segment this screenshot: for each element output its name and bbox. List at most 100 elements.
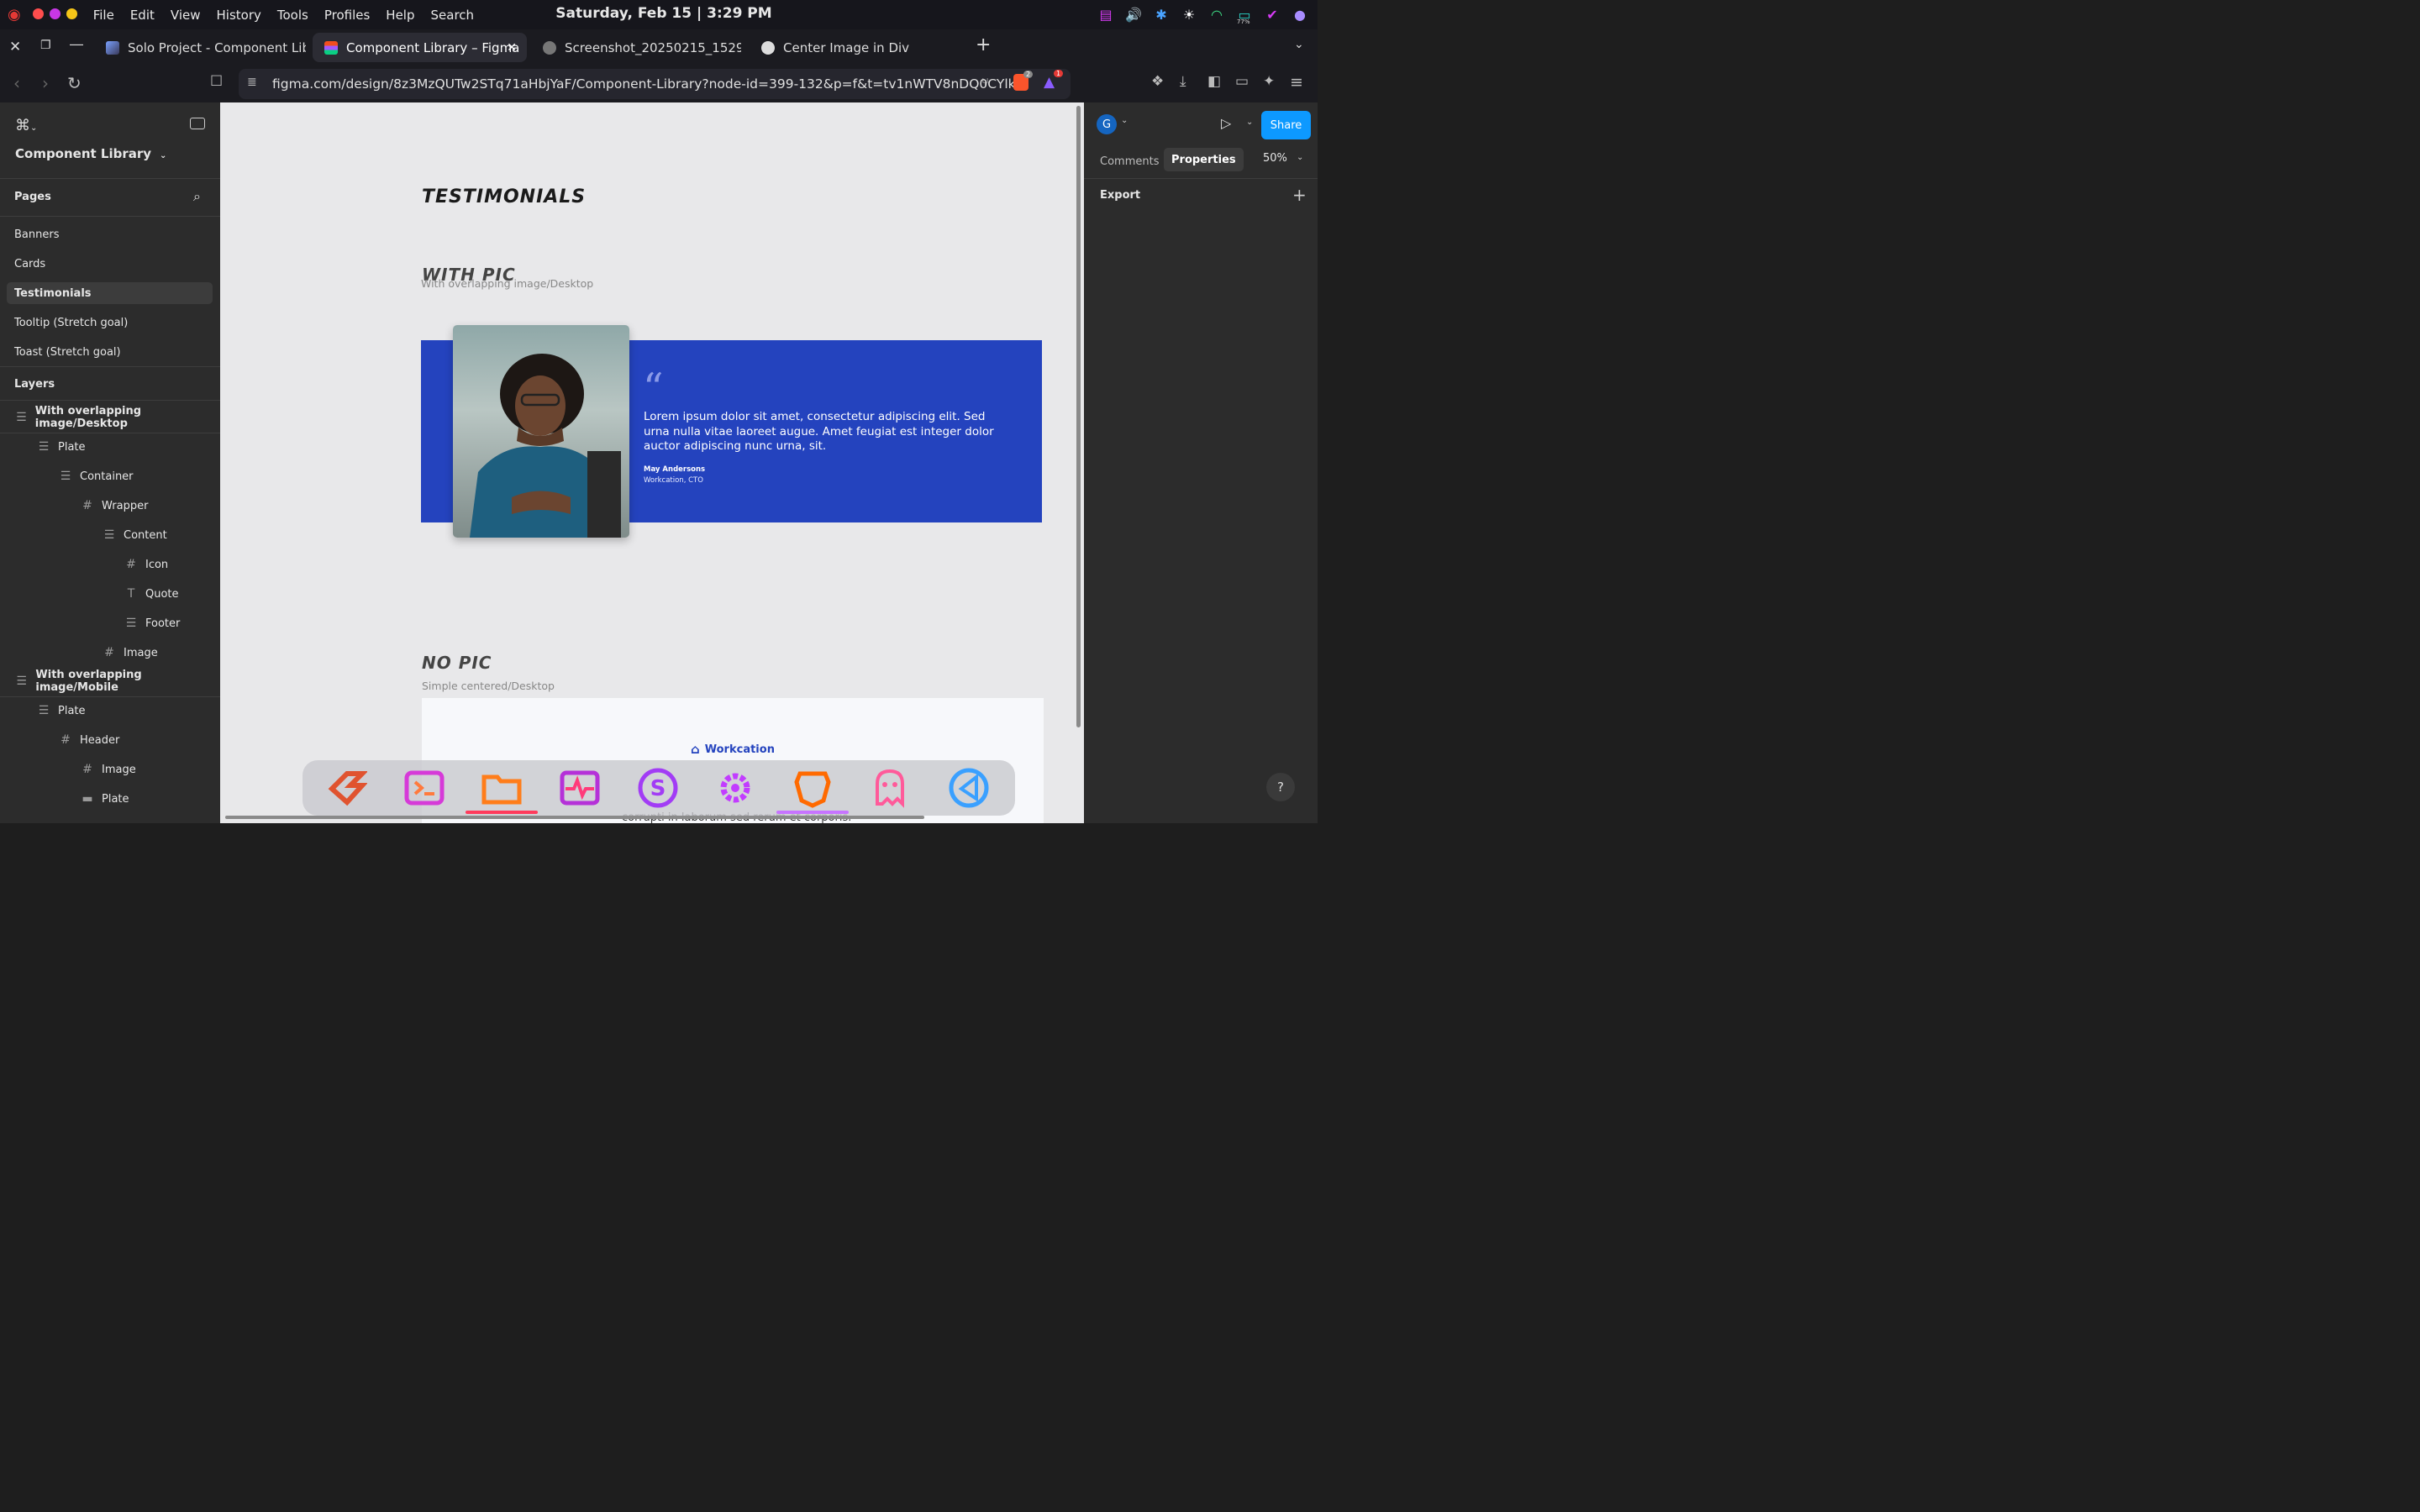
file-name[interactable]: Component Library ⌄: [15, 146, 166, 161]
avatar-chevron-icon[interactable]: ⌄: [1121, 116, 1128, 125]
sidebar-toggle-icon[interactable]: ◧: [1207, 73, 1221, 90]
app-dock: S: [302, 760, 1015, 816]
tab-component-library-figma[interactable]: Component Library – Figma ✕: [313, 33, 527, 62]
menu-tools[interactable]: Tools: [277, 8, 308, 23]
extensions-icon[interactable]: ❖: [1151, 73, 1164, 90]
present-chevron-icon[interactable]: ⌄: [1246, 118, 1253, 127]
reload-icon[interactable]: ↻: [67, 73, 82, 93]
forward-icon[interactable]: ›: [42, 73, 49, 93]
vertical-scrollbar[interactable]: [1076, 106, 1081, 727]
page-item-banners[interactable]: Banners: [0, 220, 220, 249]
bookmark-icon[interactable]: ☐: [210, 73, 223, 90]
help-button[interactable]: ?: [1266, 773, 1295, 801]
share-page-icon[interactable]: ⑂: [981, 75, 989, 90]
gitkraken-icon: [328, 771, 367, 806]
frame-label-simple-centered[interactable]: Simple centered/Desktop: [422, 680, 555, 692]
menu-edit[interactable]: Edit: [130, 8, 155, 23]
zoom-level[interactable]: 50%: [1263, 152, 1287, 165]
horizontal-scrollbar[interactable]: [225, 816, 924, 819]
dock-app-ghost[interactable]: [867, 767, 913, 809]
hamburger-menu-icon[interactable]: ≡: [1290, 73, 1303, 92]
volume-icon[interactable]: 🔊: [1124, 5, 1143, 24]
page-item-tooltip[interactable]: Tooltip (Stretch goal): [0, 308, 220, 337]
wallet-icon[interactable]: ▭: [1235, 73, 1249, 90]
leo-ai-icon[interactable]: ✦: [1263, 73, 1275, 90]
notes-icon[interactable]: ▤: [1097, 5, 1115, 24]
tab-center-image[interactable]: Center Image in Div: [750, 33, 960, 62]
layer-image[interactable]: # Image: [0, 638, 220, 667]
new-tab-icon[interactable]: +: [976, 34, 991, 55]
share-button[interactable]: Share: [1261, 111, 1311, 139]
terminal-icon: [404, 770, 445, 806]
layer-plate-rect[interactable]: ▬ Plate: [0, 785, 220, 813]
dock-app-settings[interactable]: [713, 767, 758, 809]
zoom-chevron-icon[interactable]: ⌄: [1297, 153, 1303, 162]
layer-mobile[interactable]: ☰ With overlapping image/Mobile: [0, 667, 220, 696]
dock-app-brave[interactable]: [790, 767, 835, 809]
layer-plate-mobile[interactable]: ☰ Plate: [0, 696, 220, 725]
add-export-icon[interactable]: +: [1292, 185, 1307, 205]
tab-comments[interactable]: Comments: [1100, 150, 1159, 172]
panel-toggle-icon[interactable]: [190, 118, 205, 129]
site-settings-icon[interactable]: ≣: [247, 76, 257, 89]
user-avatar-icon[interactable]: ●: [1291, 5, 1309, 24]
layer-quote[interactable]: T Quote: [0, 580, 220, 608]
layer-wrapper[interactable]: # Wrapper: [0, 491, 220, 520]
dock-app-vscode[interactable]: [946, 767, 992, 809]
url-bar[interactable]: ≣ figma.com/design/8z3MzQUTw2STq71aHbjYa…: [239, 69, 1071, 99]
menu-file[interactable]: File: [93, 8, 114, 23]
tab-label: Solo Project - Component Librar: [128, 39, 306, 55]
author-name[interactable]: May Andersons: [644, 465, 705, 474]
design-canvas[interactable]: TESTIMONIALS WITH PIC With overlapping i…: [220, 102, 1084, 823]
tab-solo-project[interactable]: Solo Project - Component Librar: [94, 33, 306, 62]
figma-menu-icon[interactable]: ⌘⌄: [15, 117, 37, 134]
menu-search[interactable]: Search: [431, 8, 475, 23]
layer-image-mobile[interactable]: # Image: [0, 755, 220, 784]
layer-content[interactable]: ☰ Content: [0, 521, 220, 549]
brightness-icon[interactable]: ☀: [1180, 5, 1198, 24]
page-item-toast[interactable]: Toast (Stretch goal): [0, 338, 220, 366]
minimize-dot-icon[interactable]: [49, 8, 60, 19]
testimonial-quote[interactable]: Lorem ipsum dolor sit amet, consectetur …: [644, 410, 1001, 454]
dock-app-gitkraken[interactable]: [324, 767, 369, 809]
wifi-icon[interactable]: ◠: [1207, 5, 1226, 24]
minimize-window-icon[interactable]: ―: [70, 36, 83, 52]
layer-desktop[interactable]: ☰ With overlapping image/Desktop: [0, 403, 220, 432]
rewards-triangle-icon[interactable]: ▲: [1044, 74, 1055, 91]
dock-app-simplenote[interactable]: S: [635, 767, 681, 809]
bluetooth-icon[interactable]: ✱: [1152, 5, 1171, 24]
menu-view[interactable]: View: [171, 8, 201, 23]
dock-app-terminal[interactable]: [402, 767, 447, 809]
layer-icon[interactable]: # Icon: [0, 550, 220, 579]
battery-icon[interactable]: ▭ 77%: [1235, 5, 1254, 26]
dock-app-monitor[interactable]: [557, 767, 602, 809]
menu-profiles[interactable]: Profiles: [324, 8, 370, 23]
layer-container[interactable]: ☰ Container: [0, 462, 220, 491]
tab-list-chevron-icon[interactable]: ⌄: [1294, 38, 1304, 51]
download-icon[interactable]: ⤓: [1180, 73, 1186, 90]
present-play-icon[interactable]: ▷: [1221, 115, 1231, 131]
testimonial-photo[interactable]: [453, 325, 629, 538]
search-icon[interactable]: ⌕: [193, 188, 201, 205]
page-item-testimonials[interactable]: Testimonials: [7, 282, 213, 304]
back-icon[interactable]: ‹: [13, 73, 20, 93]
dock-app-files[interactable]: [479, 767, 524, 809]
menu-history[interactable]: History: [217, 8, 261, 23]
close-window-icon[interactable]: ✕: [9, 39, 21, 55]
menu-help[interactable]: Help: [386, 8, 414, 23]
layer-header[interactable]: # Header: [0, 726, 220, 754]
close-tab-icon[interactable]: ✕: [507, 41, 517, 55]
restore-window-icon[interactable]: ❐: [40, 39, 51, 52]
frame-label-desktop[interactable]: With overlapping image/Desktop: [421, 277, 593, 290]
layer-footer[interactable]: ☰ Footer: [0, 609, 220, 638]
close-dot-icon[interactable]: [32, 8, 44, 19]
page-item-cards[interactable]: Cards: [0, 249, 220, 278]
author-role[interactable]: Workcation, CTO: [644, 476, 703, 485]
zoom-dot-icon[interactable]: [66, 8, 77, 19]
vpn-icon[interactable]: ✔: [1263, 5, 1281, 24]
tab-properties[interactable]: Properties: [1164, 148, 1244, 171]
layer-plate[interactable]: ☰ Plate: [0, 433, 220, 461]
user-avatar[interactable]: G: [1097, 114, 1117, 134]
app-logo-icon[interactable]: ◉: [8, 6, 21, 24]
tab-screenshot[interactable]: Screenshot_20250215_152901.png: [531, 33, 741, 62]
